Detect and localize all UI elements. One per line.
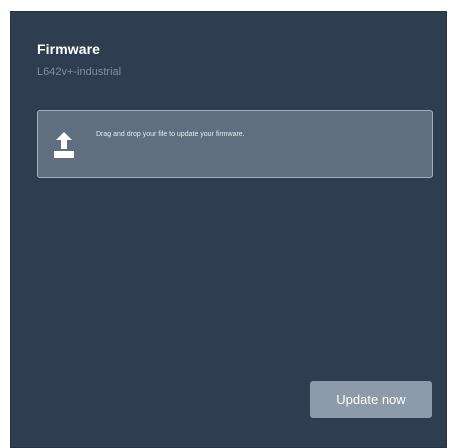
firmware-dropzone[interactable]: Drag and drop your file to update your f… [37,110,433,178]
update-now-button[interactable]: Update now [310,381,432,418]
upload-icon [54,132,74,158]
firmware-panel: Firmware L642v+-industrial Drag and drop… [10,11,447,448]
panel-title: Firmware [37,41,101,57]
dropzone-label: Drag and drop your file to update your f… [96,131,245,138]
device-model: L642v+-industrial [37,66,122,78]
